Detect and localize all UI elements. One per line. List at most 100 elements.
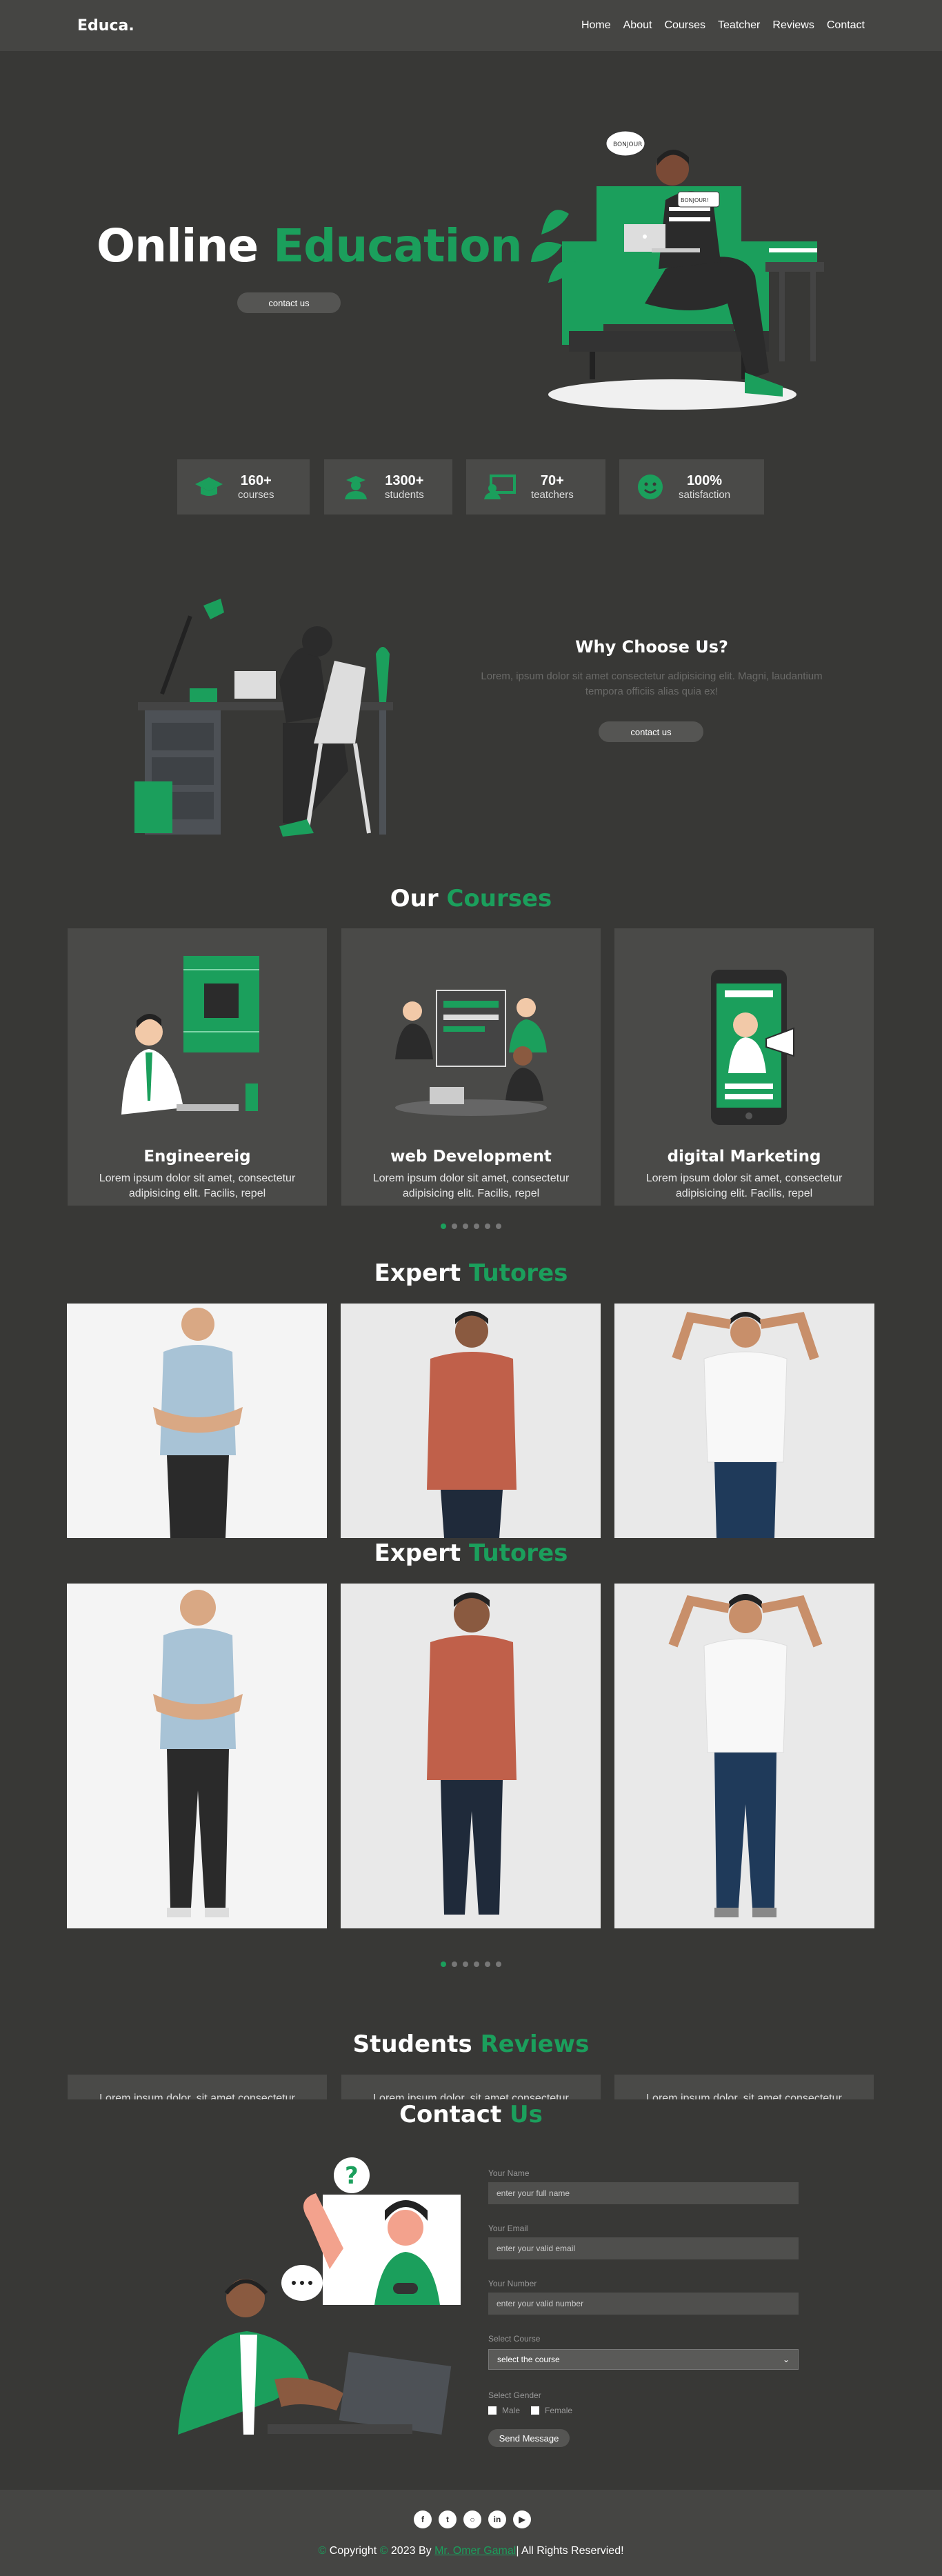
tutors-title: Expert Tutores — [0, 1259, 942, 1287]
chalkboard-teacher-icon — [484, 475, 516, 499]
review-card: Lorem ipsum dolor, sit amet consectetur — [341, 2075, 601, 2099]
tutors-title-part1: Expert — [374, 1259, 461, 1287]
contact-title-part2: Us — [510, 2101, 543, 2128]
nav-teachers[interactable]: Teatcher — [718, 19, 760, 32]
carousel-dot[interactable] — [496, 1224, 501, 1229]
copyright-suffix: | All Rights Reservied! — [516, 2545, 624, 2557]
tutors-title-part1: Expert — [374, 1539, 461, 1567]
bubble-left-text: BONJOUR — [613, 141, 642, 148]
carousel-dot[interactable] — [463, 1961, 468, 1967]
tutor-2-image — [427, 1311, 517, 1538]
nav-about[interactable]: About — [623, 19, 652, 32]
tutor-photo[interactable] — [341, 1584, 601, 1928]
svg-text:?: ? — [345, 2162, 359, 2190]
nav-reviews[interactable]: Reviews — [772, 19, 814, 32]
male-checkbox[interactable] — [488, 2406, 497, 2415]
tutors-title-repeat: Expert Tutores — [0, 1539, 942, 1567]
linkedin-icon[interactable]: in — [488, 2510, 506, 2528]
review-text: Lorem ipsum dolor, sit amet consectetur — [99, 2093, 295, 2099]
logo[interactable]: Educa. — [77, 17, 134, 34]
carousel-dot[interactable] — [496, 1961, 501, 1967]
tutor-photo[interactable] — [67, 1304, 327, 1538]
bubble-right-text: BONJOUR! — [681, 197, 709, 203]
course-title: digital Marketing — [667, 1148, 821, 1166]
carousel-dot[interactable] — [485, 1961, 490, 1967]
tutor-photo[interactable] — [341, 1304, 601, 1538]
contact-illustration: ? — [178, 2157, 461, 2435]
instagram-icon[interactable]: ○ — [463, 2510, 481, 2528]
email-label: Your Email — [488, 2224, 528, 2233]
nav-courses[interactable]: Courses — [664, 19, 705, 32]
course-desc: Lorem ipsum dolor sit amet, consectetur … — [99, 1172, 296, 1199]
copyright-icon: © — [318, 2545, 327, 2557]
site-footer: f t ○ in ▶ © Copyright © 2023 By Mr. Ome… — [0, 2490, 942, 2576]
tutor-1-image — [153, 1590, 243, 1917]
facebook-icon[interactable]: f — [414, 2510, 432, 2528]
copyright-prefix: Copyright — [329, 2545, 377, 2557]
smile-icon — [638, 475, 663, 499]
course-title: web Development — [390, 1148, 552, 1166]
carousel-dot[interactable] — [452, 1224, 457, 1229]
female-checkbox[interactable] — [531, 2406, 540, 2415]
copyright-year: 2023 By — [390, 2545, 432, 2557]
courses-title-part1: Our — [390, 885, 439, 912]
hero-title: Online Education — [97, 219, 523, 272]
course-card-engineering[interactable]: Engineereig Lorem ipsum dolor sit amet, … — [68, 928, 327, 1206]
tutor-3-image — [672, 1312, 819, 1538]
courses-title: Our Courses — [0, 885, 942, 912]
courses-title-part2: Courses — [446, 885, 552, 912]
tutors-title-part2: Tutores — [469, 1539, 568, 1567]
stat-label: courses — [238, 489, 274, 501]
nav-home[interactable]: Home — [581, 19, 611, 32]
review-card: Lorem ipsum dolor, sit amet consectetur — [68, 2075, 327, 2099]
tutor-2-image — [427, 1592, 517, 1915]
chevron-down-icon: ⌄ — [782, 2355, 790, 2364]
tutor-photo[interactable] — [67, 1584, 327, 1928]
carousel-dot[interactable] — [474, 1224, 479, 1229]
why-illustration — [134, 599, 393, 837]
email-input[interactable]: enter your valid email — [488, 2237, 799, 2259]
tutors-carousel-dots — [441, 1961, 501, 1967]
carousel-dot[interactable] — [441, 1961, 446, 1967]
gender-options: Male Female — [488, 2406, 572, 2415]
courses-carousel-dots — [441, 1224, 501, 1229]
review-card: Lorem ipsum dolor, sit amet consectetur — [614, 2075, 874, 2099]
reviews-title-part1: Students — [352, 2030, 472, 2058]
youtube-icon[interactable]: ▶ — [513, 2510, 531, 2528]
nav-contact[interactable]: Contact — [827, 19, 865, 32]
stat-number: 70+ — [540, 473, 564, 488]
main-nav: Home About Courses Teatcher Reviews Cont… — [581, 19, 865, 32]
tutor-photo[interactable] — [614, 1584, 874, 1928]
carousel-dot[interactable] — [463, 1224, 468, 1229]
female-label: Female — [545, 2406, 573, 2415]
twitter-icon[interactable]: t — [439, 2510, 457, 2528]
carousel-dot[interactable] — [441, 1224, 446, 1229]
stat-label: teatchers — [531, 489, 574, 501]
tutor-photo[interactable] — [614, 1304, 874, 1538]
carousel-dot[interactable] — [474, 1961, 479, 1967]
stat-number: 100% — [686, 473, 723, 488]
site-header: Educa. Home About Courses Teatcher Revie… — [0, 0, 942, 51]
carousel-dot[interactable] — [485, 1224, 490, 1229]
contact-title-part1: Contact — [399, 2101, 502, 2128]
stat-satisfaction: 100% satisfaction — [619, 459, 764, 515]
gender-label: Select Gender — [488, 2390, 541, 2400]
course-select-label: Select Course — [488, 2334, 541, 2344]
send-message-button[interactable]: Send Message — [488, 2429, 570, 2447]
stat-courses: 160+ courses — [177, 459, 310, 515]
hero-contact-button[interactable]: contact us — [237, 292, 341, 313]
course-card-web-development[interactable]: web Development Lorem ipsum dolor sit am… — [341, 928, 601, 1206]
user-graduate-icon — [345, 476, 367, 499]
course-card-digital-marketing[interactable]: digital Marketing Lorem ipsum dolor sit … — [614, 928, 874, 1206]
number-input[interactable]: enter your valid number — [488, 2293, 799, 2315]
reviews-title: Students Reviews — [0, 2030, 942, 2058]
author-link[interactable]: Mr. Omer Gamal — [434, 2545, 516, 2557]
stat-students: 1300+ students — [324, 459, 452, 515]
course-select[interactable]: select the course ⌄ — [488, 2349, 799, 2370]
name-input[interactable]: enter your full name — [488, 2182, 799, 2204]
why-contact-button[interactable]: contact us — [599, 721, 703, 742]
stat-label: satisfaction — [679, 489, 731, 501]
review-text: Lorem ipsum dolor, sit amet consectetur — [646, 2093, 842, 2099]
reviews-title-part2: Reviews — [480, 2030, 590, 2058]
carousel-dot[interactable] — [452, 1961, 457, 1967]
